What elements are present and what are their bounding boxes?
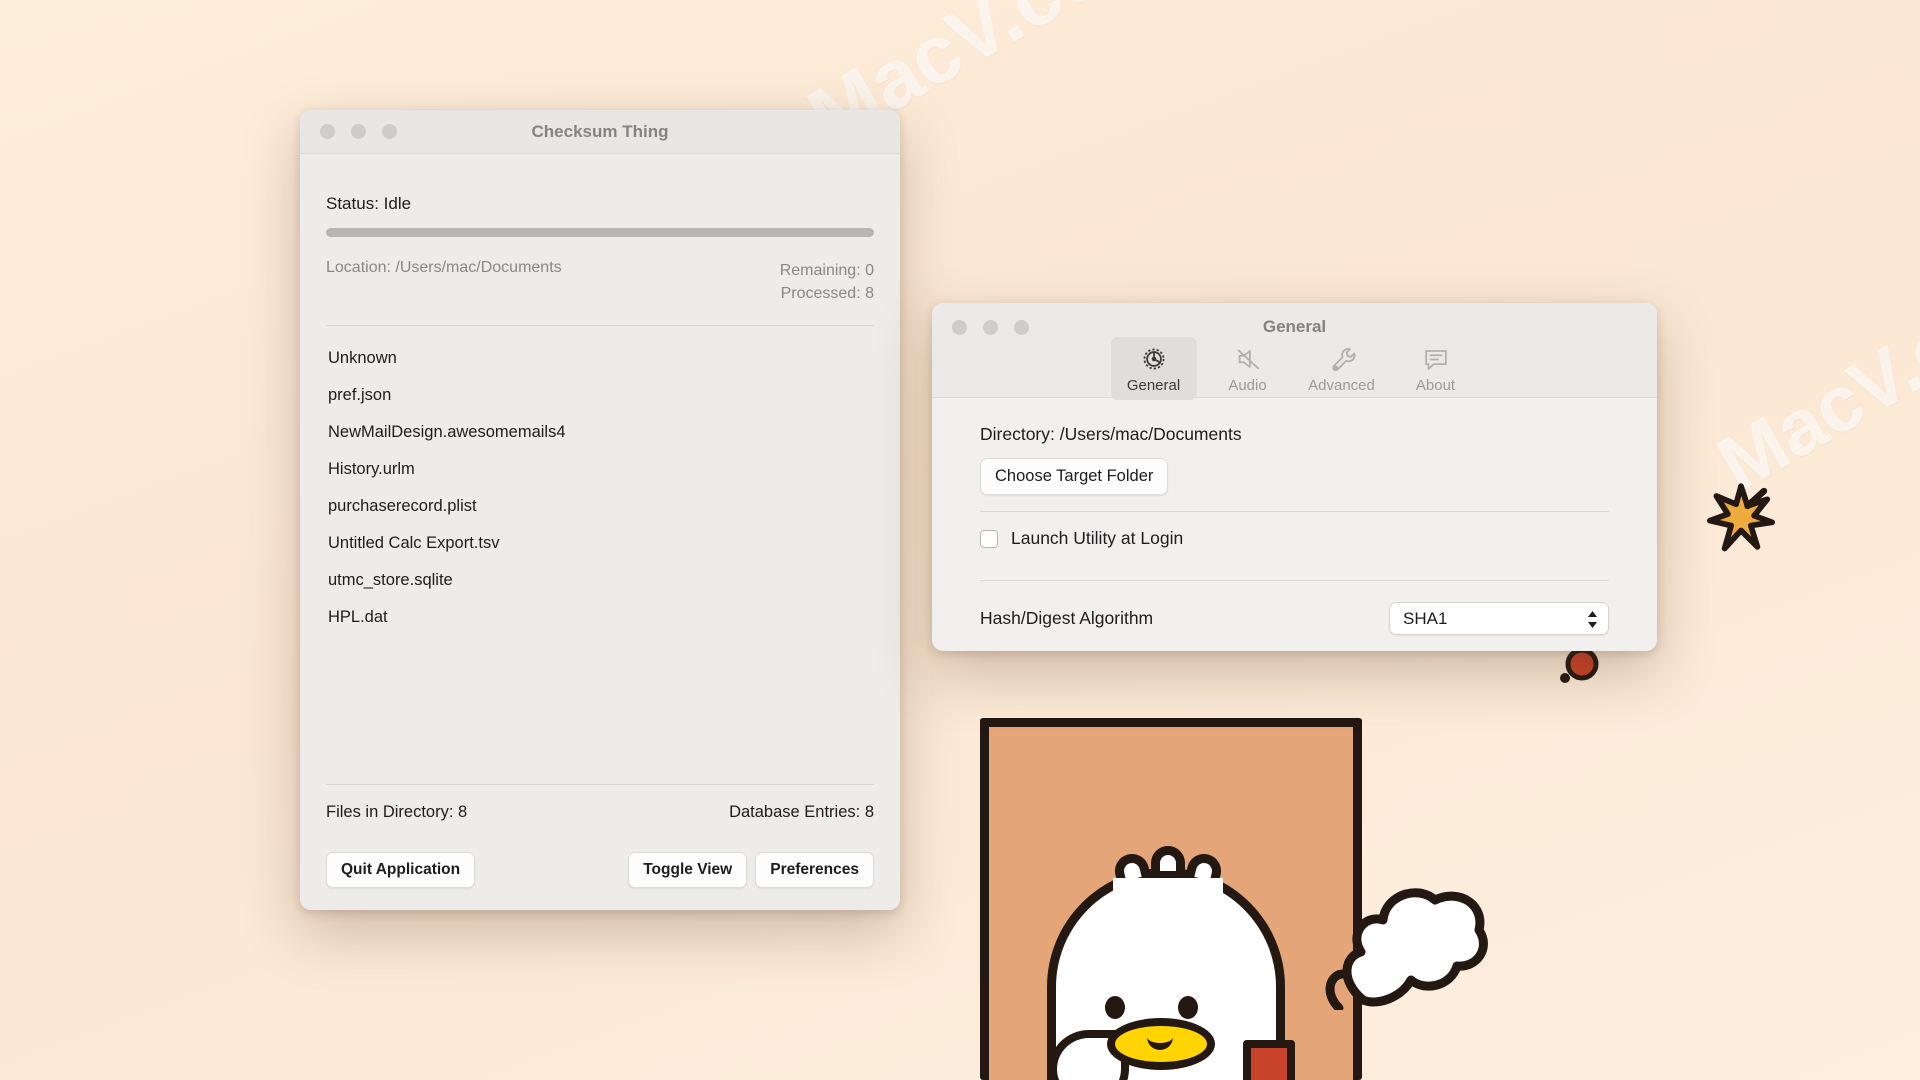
tab-label: Advanced	[1308, 377, 1375, 394]
files-in-directory-label: Files in Directory: 8	[326, 803, 468, 821]
duck-eye-left	[1105, 996, 1125, 1019]
list-item[interactable]: purchaserecord.plist	[326, 488, 874, 525]
tab-label: Audio	[1228, 377, 1267, 394]
prefs-titlebar[interactable]: General General Audio Advanced About	[932, 303, 1657, 400]
desktop-background: MacV.com MacV.com MacV.com	[0, 0, 1920, 1080]
list-item[interactable]: Unknown	[326, 340, 874, 377]
tab-label: About	[1415, 377, 1456, 394]
close-button[interactable]	[952, 320, 967, 335]
steam-cloud-icon	[1325, 888, 1488, 1010]
gear-icon	[1143, 348, 1164, 370]
database-entries-label: Database Entries: 8	[729, 803, 874, 821]
tab-label: General	[1126, 377, 1181, 394]
list-item[interactable]: utmc_store.sqlite	[326, 562, 874, 599]
stepper-chevrons-icon	[1588, 611, 1597, 628]
main-window-body: Status: Idle Location: /Users/mac/Docume…	[300, 154, 900, 910]
main-titlebar[interactable]: Checksum Thing	[300, 110, 900, 154]
prefs-traffic-lights[interactable]	[952, 320, 1029, 335]
preferences-toolbar: General Audio Advanced About	[932, 337, 1657, 400]
launch-at-login-row[interactable]: Launch Utility at Login	[980, 512, 1609, 564]
progress-bar	[326, 228, 874, 237]
directory-label: Directory: /Users/mac/Documents	[980, 424, 1242, 444]
duck-crest-center	[1151, 846, 1185, 880]
watermark-right: MacV.com	[1703, 242, 1920, 508]
preferences-window: General General Audio Advanced About Dir…	[932, 303, 1657, 651]
maple-leaf-icon	[1706, 483, 1776, 552]
preferences-button[interactable]: Preferences	[755, 852, 874, 888]
main-footer: Files in Directory: 8 Database Entries: …	[326, 784, 874, 888]
duck-crest-patch	[1113, 878, 1223, 902]
hash-algorithm-value: SHA1	[1403, 608, 1448, 628]
processed-label: Processed: 8	[780, 285, 874, 303]
prefs-window-title: General	[1262, 317, 1327, 336]
acorn-icon	[1560, 647, 1599, 683]
tab-about[interactable]: About	[1393, 337, 1479, 400]
tab-general[interactable]: General	[1110, 337, 1197, 400]
list-item[interactable]: NewMailDesign.awesomemails4	[326, 414, 874, 451]
zoom-button[interactable]	[382, 124, 397, 139]
location-label: Location: /Users/mac/Documents	[326, 259, 562, 276]
hash-algorithm-row: Hash/Digest Algorithm SHA1	[980, 581, 1609, 635]
toggle-view-button[interactable]: Toggle View	[628, 852, 748, 888]
remaining-label: Remaining: 0	[779, 262, 874, 279]
file-list[interactable]: Unknown pref.json NewMailDesign.awesomem…	[326, 326, 874, 636]
duck-eye-right	[1178, 996, 1198, 1019]
quit-application-button[interactable]: Quit Application	[326, 852, 476, 888]
launch-at-login-label: Launch Utility at Login	[1011, 528, 1184, 548]
list-item[interactable]: Untitled Calc Export.tsv	[326, 525, 874, 562]
preferences-body: Directory: /Users/mac/Documents Choose T…	[932, 398, 1657, 635]
tab-advanced[interactable]: Advanced	[1299, 337, 1385, 400]
coffee-cup-shape	[1243, 1040, 1295, 1080]
wrench-icon	[1331, 348, 1355, 372]
checksum-thing-window: Checksum Thing Status: Idle Location: /U…	[300, 110, 900, 910]
speaker-mute-icon	[1237, 349, 1259, 370]
right-button-group: Toggle View Preferences	[628, 852, 874, 888]
tab-audio[interactable]: Audio	[1205, 337, 1291, 400]
main-traffic-lights[interactable]	[320, 124, 397, 139]
choose-target-folder-button[interactable]: Choose Target Folder	[980, 458, 1169, 495]
divider-bottom	[326, 784, 874, 785]
meta-row: Location: /Users/mac/Documents Remaining…	[326, 259, 874, 305]
hash-algorithm-select[interactable]: SHA1	[1389, 602, 1609, 635]
counters: Remaining: 0 Processed: 8	[780, 259, 874, 305]
close-button[interactable]	[320, 124, 335, 139]
minimize-button[interactable]	[351, 124, 366, 139]
duck-illustration	[975, 718, 1495, 1080]
list-item[interactable]: HPL.dat	[326, 599, 874, 636]
speech-bubble-icon	[1424, 350, 1447, 370]
counts-row: Files in Directory: 8 Database Entries: …	[326, 803, 874, 822]
button-row: Quit Application Toggle View Preferences	[326, 852, 874, 888]
status-label: Status: Idle	[326, 194, 412, 213]
list-item[interactable]: History.urlm	[326, 451, 874, 488]
list-item[interactable]: pref.json	[326, 377, 874, 414]
minimize-button[interactable]	[983, 320, 998, 335]
launch-at-login-checkbox[interactable]	[980, 529, 998, 548]
hash-algorithm-label: Hash/Digest Algorithm	[980, 608, 1154, 628]
zoom-button[interactable]	[1014, 320, 1029, 335]
